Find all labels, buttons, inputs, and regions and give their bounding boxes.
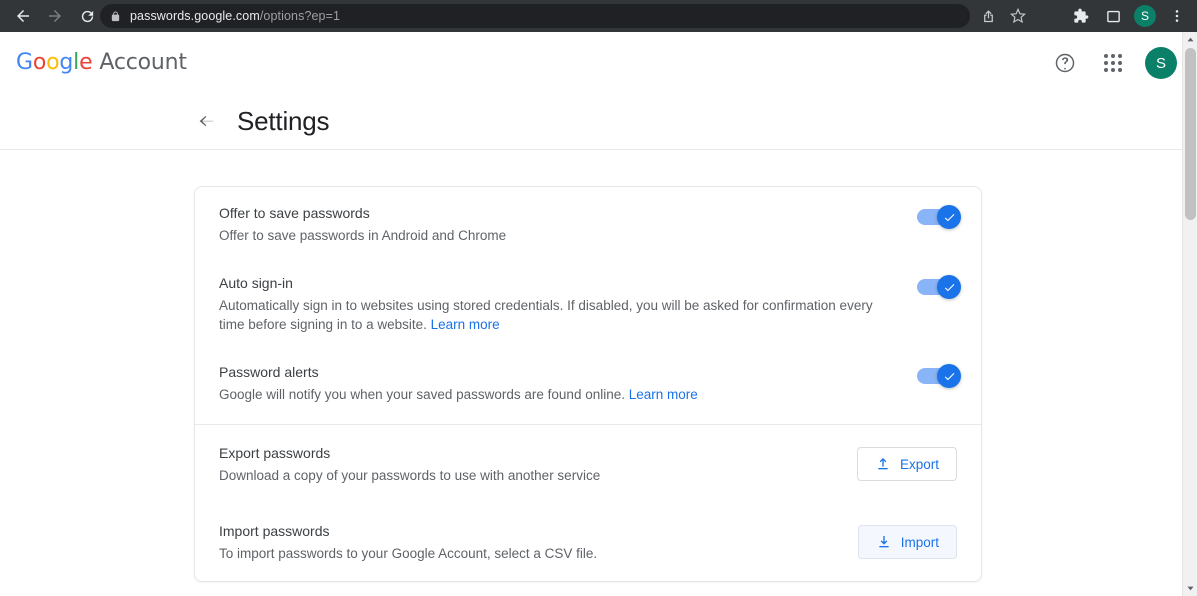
setting-title: Import passwords — [219, 521, 834, 541]
setting-title: Auto sign-in — [219, 273, 893, 293]
chevron-up-icon — [1186, 35, 1195, 44]
scrollbar-down-arrow[interactable] — [1183, 581, 1197, 596]
page-title-bar: Settings — [0, 94, 1197, 150]
omnibox-actions — [975, 4, 1031, 28]
row-text: Export passwords Download a copy of your… — [219, 443, 857, 485]
page-back-button[interactable] — [194, 110, 218, 134]
export-button-label: Export — [900, 457, 939, 472]
browser-toolbar: passwords.google.com/options?ep=1 S — [0, 0, 1197, 32]
check-icon — [943, 211, 956, 224]
setting-title: Password alerts — [219, 362, 893, 382]
share-button[interactable] — [975, 4, 1001, 28]
toggle-offer-to-save[interactable] — [917, 209, 957, 225]
setting-row-export-passwords: Export passwords Download a copy of your… — [195, 425, 981, 503]
logo-letter-g1: G — [16, 50, 33, 75]
page-title: Settings — [237, 106, 329, 137]
logo-letter-e: e — [79, 50, 92, 75]
help-button[interactable] — [1049, 47, 1081, 79]
toggle-knob — [937, 364, 961, 388]
scrollbar-up-arrow[interactable] — [1183, 32, 1197, 47]
forward-button[interactable] — [40, 2, 70, 30]
side-panel-button[interactable] — [1099, 2, 1127, 30]
star-icon — [1010, 8, 1026, 24]
row-text: Auto sign-in Automatically sign in to we… — [219, 273, 917, 334]
back-arrow-icon — [14, 7, 32, 25]
puzzle-piece-icon — [1073, 8, 1089, 24]
url-domain: passwords.google.com — [130, 9, 260, 23]
settings-content: Offer to save passwords Offer to save pa… — [0, 150, 1197, 596]
logo-letter-o2: o — [46, 50, 59, 75]
upload-icon — [875, 456, 891, 472]
apps-grid-icon — [1104, 54, 1122, 72]
side-panel-icon — [1106, 9, 1121, 24]
setting-row-import-passwords: Import passwords To import passwords to … — [195, 503, 981, 581]
setting-description: Download a copy of your passwords to use… — [219, 466, 833, 485]
avatar: S — [1134, 5, 1156, 27]
address-bar[interactable]: passwords.google.com/options?ep=1 — [100, 4, 970, 28]
scrollbar-thumb[interactable] — [1185, 48, 1196, 220]
logo-product-name: Account — [99, 50, 186, 75]
avatar: S — [1145, 47, 1177, 79]
share-icon — [981, 9, 996, 24]
extensions-button[interactable] — [1067, 2, 1095, 30]
account-avatar-button[interactable]: S — [1145, 47, 1177, 79]
setting-description: To import passwords to your Google Accou… — [219, 544, 834, 563]
setting-row-password-alerts[interactable]: Password alerts Google will notify you w… — [195, 346, 981, 416]
google-account-header: GoogleAccount S — [0, 32, 1197, 94]
logo-letter-g2: g — [59, 50, 73, 75]
navigation-buttons — [0, 2, 102, 30]
toggle-password-alerts[interactable] — [917, 368, 957, 384]
forward-arrow-icon — [46, 7, 64, 25]
setting-description: Offer to save passwords in Android and C… — [219, 226, 893, 245]
row-text: Password alerts Google will notify you w… — [219, 362, 917, 404]
header-actions: S — [1049, 47, 1177, 79]
back-button[interactable] — [8, 2, 38, 30]
url-text: passwords.google.com/options?ep=1 — [130, 9, 340, 23]
bookmark-button[interactable] — [1005, 4, 1031, 28]
chevron-down-icon — [1186, 584, 1195, 593]
lock-icon — [110, 10, 121, 23]
reload-icon — [79, 8, 96, 25]
reload-button[interactable] — [72, 2, 102, 30]
browser-toolbar-right: S — [1067, 2, 1191, 30]
google-apps-button[interactable] — [1097, 47, 1129, 79]
back-arrow-icon — [195, 111, 217, 133]
logo-letter-o1: o — [33, 50, 46, 75]
password-settings-card: Offer to save passwords Offer to save pa… — [194, 186, 982, 582]
download-icon — [876, 534, 892, 550]
row-text: Import passwords To import passwords to … — [219, 521, 858, 563]
row-text: Offer to save passwords Offer to save pa… — [219, 203, 917, 245]
learn-more-link[interactable]: Learn more — [431, 317, 500, 332]
url-path: /options?ep=1 — [260, 9, 340, 23]
browser-profile-button[interactable]: S — [1131, 2, 1159, 30]
setting-description: Google will notify you when your saved p… — [219, 385, 893, 404]
toggle-knob — [937, 275, 961, 299]
toggle-auto-sign-in[interactable] — [917, 279, 957, 295]
setting-row-offer-to-save[interactable]: Offer to save passwords Offer to save pa… — [195, 187, 981, 257]
setting-title: Offer to save passwords — [219, 203, 893, 223]
check-icon — [943, 281, 956, 294]
toggle-knob — [937, 205, 961, 229]
help-circle-icon — [1054, 52, 1076, 74]
chrome-menu-button[interactable] — [1163, 2, 1191, 30]
page-scrollbar[interactable] — [1182, 32, 1197, 596]
learn-more-link[interactable]: Learn more — [629, 387, 698, 402]
setting-description-text: Automatically sign in to websites using … — [219, 298, 873, 332]
setting-title: Export passwords — [219, 443, 833, 463]
google-account-logo[interactable]: GoogleAccount — [16, 50, 187, 75]
import-button-label: Import — [901, 535, 939, 550]
setting-description: Automatically sign in to websites using … — [219, 296, 893, 334]
check-icon — [943, 370, 956, 383]
three-dot-menu-icon — [1169, 8, 1185, 24]
export-button[interactable]: Export — [857, 447, 957, 481]
setting-row-auto-sign-in[interactable]: Auto sign-in Automatically sign in to we… — [195, 257, 981, 346]
import-button[interactable]: Import — [858, 525, 957, 559]
setting-description-text: Google will notify you when your saved p… — [219, 387, 625, 402]
page-viewport: GoogleAccount S Setti — [0, 32, 1197, 596]
